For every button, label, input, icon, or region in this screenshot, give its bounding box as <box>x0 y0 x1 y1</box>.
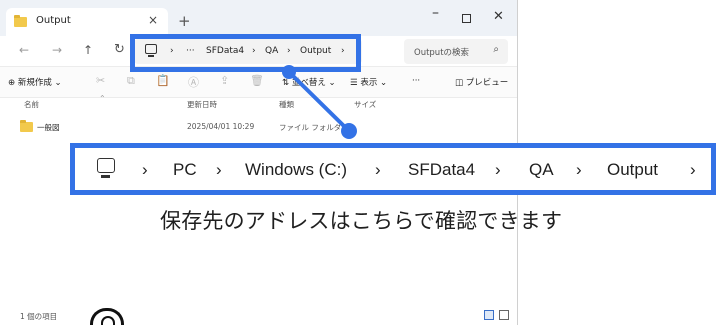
zoom-crumb-sfdata4: SFData4 <box>408 160 476 179</box>
zoom-crumb-windows: Windows (C:) <box>245 160 348 179</box>
zoom-chevron: › <box>495 160 501 179</box>
this-pc-icon <box>97 158 115 178</box>
zoom-chevron: › <box>690 160 696 179</box>
zoom-chevron: › <box>142 160 148 179</box>
zoom-crumb-qa: QA <box>529 160 554 179</box>
zoomed-address-bar: › PC › Windows (C:) › SFData4 › QA › Out… <box>70 143 716 195</box>
zoom-chevron: › <box>216 160 222 179</box>
connector-line <box>287 70 351 133</box>
zoom-chevron: › <box>576 160 582 179</box>
connector-start-dot <box>282 65 296 79</box>
zoom-chevron: › <box>375 160 381 179</box>
zoom-crumb-output: Output <box>607 160 659 179</box>
zoom-crumb-pc: PC <box>173 160 197 179</box>
caption-text: 保存先のアドレスはこちらで確認できます <box>160 209 563 233</box>
connector-end-dot <box>341 123 357 139</box>
